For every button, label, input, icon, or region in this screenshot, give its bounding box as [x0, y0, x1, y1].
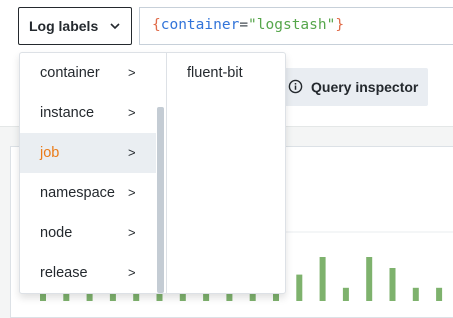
log-labels-button[interactable]: Log labels — [18, 7, 132, 45]
chevron-right-icon: > — [128, 265, 136, 280]
label-option-name: namespace — [40, 185, 115, 201]
query-text: {container="logstash"} — [152, 17, 344, 33]
query-inspector-button[interactable]: Query inspector — [278, 68, 428, 106]
query-inspector-label: Query inspector — [311, 79, 419, 95]
label-option-instance[interactable]: instance > — [20, 93, 156, 133]
label-option-name: container — [40, 65, 100, 81]
label-option-job[interactable]: job > — [20, 133, 156, 173]
query-label-value: "logstash" — [248, 17, 336, 33]
info-circle-icon — [288, 79, 303, 94]
label-option-name: release — [40, 265, 88, 281]
label-option-node[interactable]: node > — [20, 213, 156, 253]
query-label-key: container — [160, 17, 240, 33]
log-labels-cascader: container > instance > job > namespace > node > re… — [19, 52, 286, 294]
chevron-down-icon — [110, 23, 120, 30]
log-labels-button-label: Log labels — [29, 18, 99, 34]
chevron-right-icon: > — [128, 145, 136, 160]
label-option-namespace[interactable]: namespace > — [20, 173, 156, 213]
chevron-right-icon: > — [128, 105, 136, 120]
label-option-release[interactable]: release > — [20, 253, 156, 293]
label-option-name: instance — [40, 105, 95, 121]
query-close-brace: } — [335, 17, 345, 33]
query-row: Log labels {container="logstash"} — [0, 0, 453, 56]
chevron-right-icon: > — [128, 65, 136, 80]
scrollbar-thumb[interactable] — [157, 107, 164, 293]
label-value-item[interactable]: fluent-bit — [187, 65, 243, 81]
label-option-container[interactable]: container > — [20, 53, 156, 93]
query-open-brace: { — [152, 17, 161, 33]
query-operator: = — [239, 17, 249, 33]
query-editor[interactable]: {container="logstash"} — [139, 7, 453, 45]
label-option-name: node — [40, 225, 73, 241]
chevron-right-icon: > — [128, 185, 136, 200]
label-option-name: job — [40, 145, 60, 161]
label-names-list: container > instance > job > namespace > node > re… — [20, 53, 167, 293]
chevron-right-icon: > — [128, 225, 136, 240]
label-values-list: fluent-bit — [167, 53, 285, 293]
